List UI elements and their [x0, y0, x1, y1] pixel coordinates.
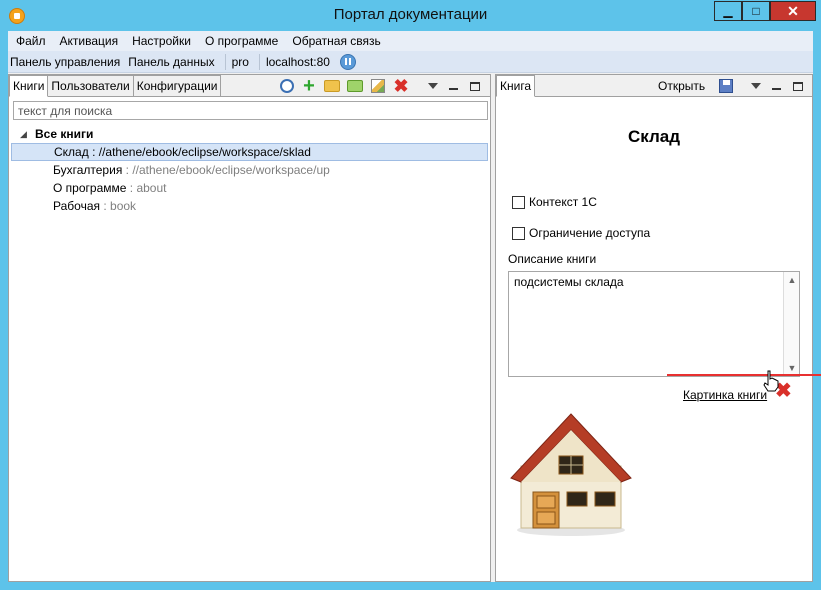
tree-item-sklad[interactable]: Склад : //athene/ebook/eclipse/workspace… — [11, 143, 488, 161]
control-panel-button[interactable]: Панель управления — [8, 55, 126, 69]
pause-icon[interactable] — [339, 53, 356, 70]
tree-item-path: //athene/ebook/eclipse/workspace/up — [132, 163, 330, 177]
title-bar[interactable]: Портал документации ▁ □ ✕ — [0, 0, 821, 31]
access-restriction-label: Ограничение доступа — [529, 226, 651, 240]
expand-arrow-icon[interactable]: ◢ — [20, 125, 27, 143]
context-1c-checkbox[interactable] — [512, 195, 525, 209]
toolbar: Панель управления Панель данных pro loca… — [8, 51, 813, 73]
maximize-button[interactable]: □ — [742, 1, 770, 21]
tab-book[interactable]: Книга — [496, 75, 536, 97]
description-text: подсистемы склада — [514, 275, 624, 289]
menu-activation[interactable]: Активация — [60, 34, 119, 48]
menu-about[interactable]: О программе — [205, 34, 278, 48]
tree-item-name: О программе — [53, 181, 127, 195]
tree-root-label: Все книги — [35, 127, 94, 141]
tab-users[interactable]: Пользователи — [47, 75, 134, 96]
description-textarea[interactable]: подсистемы склада ▲ ▼ — [508, 271, 800, 377]
tree-item-name: Склад — [54, 145, 89, 159]
panel-minimize-icon[interactable] — [445, 78, 461, 94]
scroll-up-icon[interactable]: ▲ — [784, 272, 800, 288]
tree-item-about[interactable]: О программе : about — [11, 179, 488, 197]
save-icon[interactable] — [718, 78, 734, 94]
tree-item-work[interactable]: Рабочая : book — [11, 197, 488, 215]
panel-maximize-icon[interactable] — [790, 78, 806, 94]
menu-file[interactable]: Файл — [16, 34, 46, 48]
book-picture-link[interactable]: Картинка книги — [683, 388, 767, 402]
refresh-icon[interactable] — [279, 78, 295, 94]
menu-feedback[interactable]: Обратная связь — [292, 34, 380, 48]
app-window: Портал документации ▁ □ ✕ Файл Активация… — [0, 0, 821, 590]
edit-icon[interactable] — [370, 78, 386, 94]
search-input[interactable] — [13, 101, 488, 120]
toolbar-separator — [224, 53, 226, 70]
minimize-button[interactable]: ▁ — [714, 1, 742, 21]
left-tab-row: Книги Пользователи Конфигурации — [9, 75, 490, 97]
tree-item-path: //athene/ebook/eclipse/workspace/sklad — [98, 145, 311, 159]
tree-item-path: about — [136, 181, 167, 195]
hand-cursor-icon — [763, 370, 779, 392]
context-1c-label: Контекст 1С — [529, 195, 597, 209]
delete-icon[interactable]: ✖ — [393, 77, 409, 95]
tab-configurations[interactable]: Конфигурации — [132, 75, 222, 96]
client-area: Файл Активация Настройки О программе Обр… — [8, 31, 813, 582]
access-restriction-checkbox[interactable] — [512, 226, 525, 240]
view-menu-icon[interactable] — [425, 78, 441, 94]
tab-books[interactable]: Книги — [9, 75, 49, 97]
add-icon[interactable]: + — [301, 76, 317, 96]
menu-settings[interactable]: Настройки — [132, 34, 191, 48]
books-tree: ◢ Все книги Склад : //athene/ebook/eclip… — [11, 125, 488, 215]
view-menu-icon[interactable] — [748, 78, 764, 94]
tree-item-path: book — [110, 199, 137, 213]
import-folder-icon[interactable] — [347, 78, 363, 94]
book-title: Склад — [627, 127, 681, 146]
tree-root[interactable]: ◢ Все книги — [11, 125, 488, 143]
context-1c-checkbox-row[interactable]: Контекст 1С — [512, 195, 597, 209]
panel-maximize-icon[interactable] — [467, 78, 483, 94]
right-tab-row: Книга — [496, 75, 812, 97]
user-label: pro — [231, 54, 249, 69]
tree-item-accounting[interactable]: Бухгалтерия : //athene/ebook/eclipse/wor… — [11, 161, 488, 179]
book-picture-house-icon — [510, 413, 632, 536]
add-folder-icon[interactable] — [324, 78, 340, 94]
close-button[interactable]: ✕ — [770, 1, 816, 21]
menu-bar: Файл Активация Настройки О программе Обр… — [8, 31, 813, 51]
tree-item-name: Бухгалтерия — [53, 163, 123, 177]
server-label: localhost:80 — [265, 54, 330, 69]
open-button[interactable]: Открыть — [658, 79, 705, 93]
window-title: Портал документации — [333, 6, 488, 23]
toolbar-separator — [258, 53, 260, 70]
description-label: Описание книги — [508, 252, 597, 266]
tree-item-name: Рабочая — [53, 199, 100, 213]
annotation-line — [667, 374, 821, 376]
panel-minimize-icon[interactable] — [768, 78, 784, 94]
access-restriction-checkbox-row[interactable]: Ограничение доступа — [512, 226, 650, 240]
description-scrollbar[interactable]: ▲ ▼ — [783, 272, 799, 376]
data-panel-button[interactable]: Панель данных — [126, 55, 220, 69]
books-panel: Книги Пользователи Конфигурации + ✖ ◢ Вс… — [8, 74, 491, 582]
